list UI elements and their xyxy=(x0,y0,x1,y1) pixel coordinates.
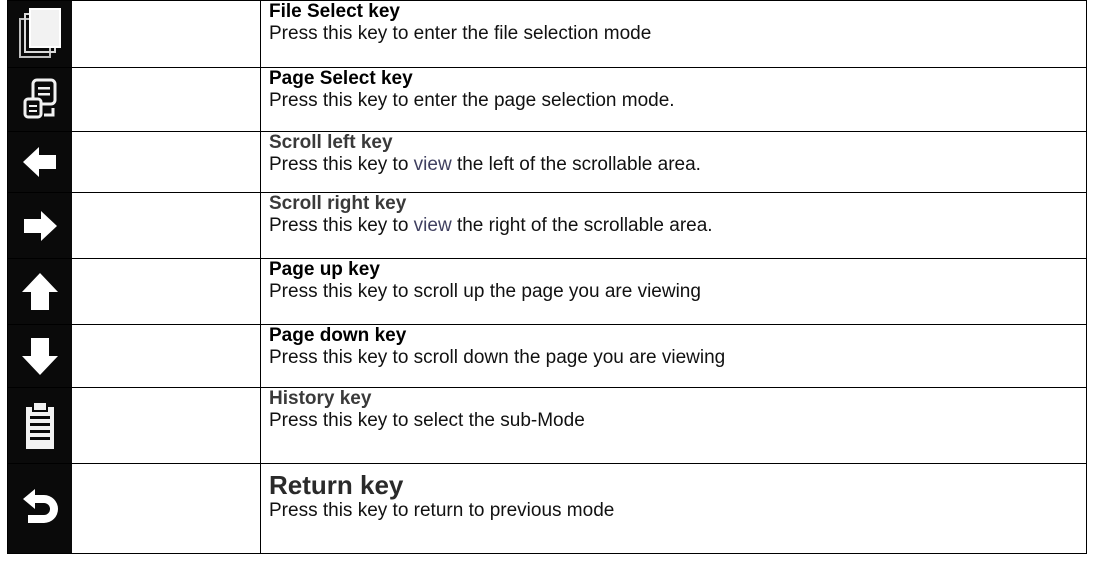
text-cell: File Select key Press this key to enter … xyxy=(260,0,1087,68)
key-description: Press this key to view the left of the s… xyxy=(269,154,1086,176)
icon-cell xyxy=(7,387,261,464)
key-title: Page up key xyxy=(269,259,380,280)
desc-part: the right of the scrollable area. xyxy=(451,215,713,236)
text-cell: Scroll left key Press this key to view t… xyxy=(260,131,1087,193)
clipboard-icon xyxy=(8,388,72,463)
key-row: History key Press this key to select the… xyxy=(7,387,1087,464)
page-select-icon xyxy=(8,68,72,131)
icon-cell xyxy=(7,324,261,388)
key-row: Page up key Press this key to scroll up … xyxy=(7,258,1087,325)
icon-cell xyxy=(7,67,261,132)
key-description: Press this key to enter the page selecti… xyxy=(269,90,675,111)
desc-part: Press this key to xyxy=(269,154,414,175)
key-row: Return key Press this key to return to p… xyxy=(7,463,1087,554)
key-row: Page Select key Press this key to enter … xyxy=(7,67,1087,132)
arrow-up-icon xyxy=(8,259,72,324)
key-title: File Select key xyxy=(269,1,400,22)
key-description: Press this key to scroll down the page y… xyxy=(269,347,726,368)
icon-cell xyxy=(7,258,261,325)
key-title: Scroll right key xyxy=(269,193,407,214)
icon-cell xyxy=(7,0,261,68)
key-row: File Select key Press this key to enter … xyxy=(7,0,1087,68)
desc-part: view xyxy=(413,154,452,175)
return-icon xyxy=(8,464,72,553)
text-cell: Scroll right key Press this key to view … xyxy=(260,192,1087,259)
key-row: Scroll left key Press this key to view t… xyxy=(7,131,1087,193)
arrow-right-icon xyxy=(8,193,72,258)
text-cell: History key Press this key to select the… xyxy=(260,387,1087,464)
arrow-down-icon xyxy=(8,325,72,387)
icon-cell xyxy=(7,192,261,259)
text-cell: Page Select key Press this key to enter … xyxy=(260,67,1087,132)
desc-part: the left of the scrollable area. xyxy=(451,154,701,175)
desc-part: Press this key to xyxy=(269,215,414,236)
key-title: Page Select key xyxy=(269,68,413,89)
key-description: Press this key to enter the file selecti… xyxy=(269,23,652,44)
text-cell: Page up key Press this key to scroll up … xyxy=(260,258,1087,325)
key-description: Press this key to scroll up the page you… xyxy=(269,281,701,302)
key-row: Scroll right key Press this key to view … xyxy=(7,192,1087,259)
key-description: Press this key to select the sub-Mode xyxy=(269,410,585,431)
file-select-icon xyxy=(8,1,72,67)
key-title: History key xyxy=(269,388,372,409)
arrow-left-icon xyxy=(8,132,72,192)
key-title: Return key xyxy=(269,470,404,500)
text-cell: Return key Press this key to return to p… xyxy=(260,463,1087,554)
icon-cell xyxy=(7,463,261,554)
desc-part: view xyxy=(413,215,452,236)
key-title: Page down key xyxy=(269,325,407,346)
key-reference-table: File Select key Press this key to enter … xyxy=(7,0,1087,554)
key-row: Page down key Press this key to scroll d… xyxy=(7,324,1087,388)
key-description: Press this key to return to previous mod… xyxy=(269,500,615,521)
icon-cell xyxy=(7,131,261,193)
key-title: Scroll left key xyxy=(269,132,393,153)
text-cell: Page down key Press this key to scroll d… xyxy=(260,324,1087,388)
key-description: Press this key to view the right of the … xyxy=(269,215,1086,237)
